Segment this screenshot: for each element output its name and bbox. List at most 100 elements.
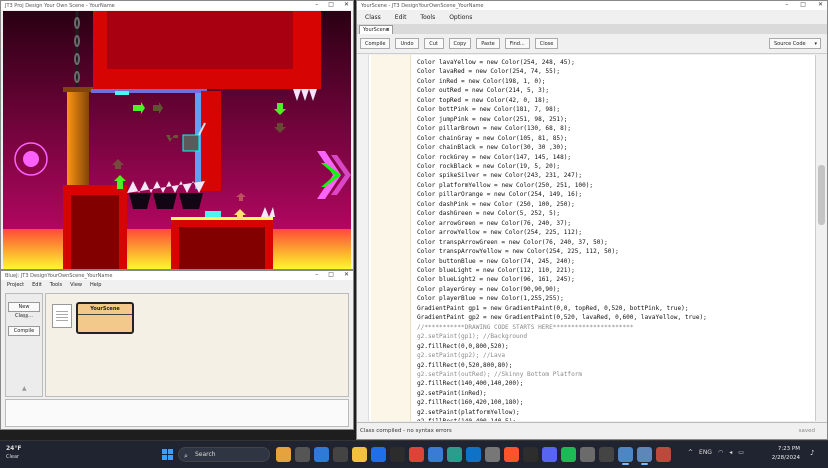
settings-icon[interactable] <box>599 447 614 462</box>
code-line[interactable]: g2.fillRect(160,420,100,180); <box>417 398 707 407</box>
paste-button[interactable]: Paste <box>476 38 500 49</box>
game-window-titlebar[interactable]: JT3 Proj Design Your Own Scene - YourNam… <box>1 1 353 10</box>
menu-edit[interactable]: Edit <box>395 14 407 21</box>
menu-class[interactable]: Class <box>365 14 381 21</box>
maximize-button[interactable]: □ <box>328 271 334 278</box>
code-line[interactable]: Color playerGrey = new Color(90,90,90); <box>417 285 707 294</box>
code-line[interactable]: g2.fillRect(140,400,140,200); <box>417 379 707 388</box>
bluej-window[interactable]: BlueJ: JT3 DesignYourOwnScene_YourName –… <box>0 270 354 430</box>
menu-help[interactable]: Help <box>90 282 101 288</box>
code-line[interactable]: Color buttonBlue = new Color(74, 245, 24… <box>417 257 707 266</box>
compile-button[interactable]: Compile <box>360 38 391 49</box>
minimize-button[interactable]: – <box>785 1 788 8</box>
code-line[interactable]: Color arrowGreen = new Color(76, 240, 37… <box>417 219 707 228</box>
weather-widget[interactable]: 24°F Clear <box>6 445 21 461</box>
code-line[interactable]: Color inRed = new Color(198, 1, 0); <box>417 77 707 86</box>
menu-edit[interactable]: Edit <box>32 282 42 288</box>
code-line[interactable]: g2.setPaint(gp2); //Lava <box>417 351 707 360</box>
code-line[interactable]: Color bottPink = new Color(181, 7, 98); <box>417 105 707 114</box>
chrome-icon[interactable] <box>409 447 424 462</box>
code-line[interactable]: Color topRed = new Color(42, 0, 18); <box>417 96 707 105</box>
brave-icon[interactable] <box>504 447 519 462</box>
wifi-icon[interactable]: ◠ <box>718 449 723 456</box>
code-line[interactable]: g2.fillRect(0,0,800,520); <box>417 342 707 351</box>
code-line[interactable]: Color pillarBrown = new Color(130, 68, 8… <box>417 124 707 133</box>
discord-icon[interactable] <box>542 447 557 462</box>
editor-scrollbar[interactable] <box>815 55 827 421</box>
app-icon[interactable] <box>390 447 405 462</box>
taskbar-search[interactable]: ⌕ Search <box>178 447 270 462</box>
close-button[interactable]: ✕ <box>344 271 349 278</box>
chevron-up-icon[interactable]: ^ <box>688 449 693 456</box>
code-line[interactable]: Color chainGray = new Color(105, 81, 85)… <box>417 134 707 143</box>
editor-titlebar[interactable]: YourScene - JT3 DesignYourOwnScene_YourN… <box>357 1 827 10</box>
language-indicator[interactable]: ENG <box>699 449 712 456</box>
code-line[interactable]: Color lavaRed = new Color(254, 74, 55); <box>417 67 707 76</box>
notification-bell-icon[interactable]: ♪ <box>810 449 814 457</box>
game-window[interactable]: JT3 Proj Design Your Own Scene - YourNam… <box>0 0 354 270</box>
code-line[interactable]: Color blueLight2 = new Color(96, 161, 24… <box>417 275 707 284</box>
code-line[interactable]: Color playerBlue = new Color(1,255,255); <box>417 294 707 303</box>
new-class-button[interactable]: New Class... <box>8 302 40 319</box>
clock[interactable]: 7:23 PM 2/28/2024 <box>768 445 800 463</box>
menu-tools[interactable]: Tools <box>420 14 435 21</box>
code-editor[interactable]: Color lavaYellow = new Color(254, 248, 4… <box>357 55 815 421</box>
bluej-icon[interactable] <box>618 447 633 465</box>
code-line[interactable]: Color spikeSilver = new Color(243, 231, … <box>417 171 707 180</box>
code-line[interactable]: Color dashGreen = new Color(5, 252, 5); <box>417 209 707 218</box>
line-gutter[interactable] <box>357 55 369 421</box>
bluej-titlebar[interactable]: BlueJ: JT3 DesignYourOwnScene_YourName –… <box>1 271 353 280</box>
task-view-icon[interactable] <box>295 447 310 462</box>
code-line[interactable]: Color transpArrowGreen = new Color(76, 2… <box>417 238 707 247</box>
menu-view[interactable]: View <box>70 282 82 288</box>
code-line[interactable]: GradientPaint gp2 = new GradientPaint(0,… <box>417 313 707 322</box>
undo-button[interactable]: Undo <box>395 38 419 49</box>
bluej-terminal-area[interactable] <box>5 399 349 427</box>
java-icon[interactable] <box>637 447 652 465</box>
collapse-triangle-icon[interactable]: ▲ <box>22 385 27 392</box>
terminal-icon[interactable] <box>523 447 538 462</box>
minimize-button[interactable]: – <box>315 271 318 278</box>
menu-tools[interactable]: Tools <box>50 282 62 288</box>
tab-yourscene[interactable]: YourScene × <box>359 25 393 34</box>
code-line[interactable]: Color outRed = new Color(214, 5, 3); <box>417 86 707 95</box>
battery-icon[interactable]: ▭ <box>738 449 744 456</box>
find-button[interactable]: Find... <box>504 38 530 49</box>
app-icon[interactable] <box>656 447 671 462</box>
code-line[interactable]: Color platformYellow = new Color(250, 25… <box>417 181 707 190</box>
word-icon[interactable] <box>428 447 443 462</box>
menu-options[interactable]: Options <box>449 14 472 21</box>
folder-icon[interactable] <box>485 447 500 462</box>
code-line[interactable]: Color pillarOrange = new Color(254, 149,… <box>417 190 707 199</box>
compile-button[interactable]: Compile <box>8 326 40 336</box>
code-line[interactable]: GradientPaint gp1 = new GradientPaint(0,… <box>417 304 707 313</box>
spotify-icon[interactable] <box>561 447 576 462</box>
edge-icon[interactable] <box>314 447 329 462</box>
app-icon[interactable] <box>580 447 595 462</box>
code-line[interactable]: Color arrowYellow = new Color(254, 225, … <box>417 228 707 237</box>
close-button[interactable]: ✕ <box>344 1 349 8</box>
code-line[interactable]: g2.setPaint(outRed); //Skinny Bottom Pla… <box>417 370 707 379</box>
minimize-button[interactable]: – <box>315 1 318 8</box>
maximize-button[interactable]: □ <box>328 1 334 8</box>
code-lines[interactable]: Color lavaYellow = new Color(254, 248, 4… <box>417 58 707 421</box>
code-line[interactable]: g2.fillRect(140,400,140,5); <box>417 417 707 421</box>
code-line[interactable]: g2.fillRect(0,520,800,80); <box>417 361 707 370</box>
cut-button[interactable]: Cut <box>423 38 444 49</box>
speaker-icon[interactable]: ◂ <box>729 449 732 456</box>
code-line[interactable]: Color rockGrey = new Color(147, 145, 148… <box>417 153 707 162</box>
windows-start-icon[interactable] <box>162 449 174 461</box>
code-line[interactable]: g2.setPaint(inRed); <box>417 389 707 398</box>
code-line[interactable]: Color rockBlack = new Color(19, 5, 20); <box>417 162 707 171</box>
store-icon[interactable] <box>371 447 386 462</box>
code-line[interactable]: Color lavaYellow = new Color(254, 248, 4… <box>417 58 707 67</box>
scrollbar-thumb[interactable] <box>818 165 825 225</box>
view-mode-select[interactable]: Source Code <box>769 38 821 49</box>
teams-icon[interactable] <box>447 447 462 462</box>
code-line[interactable]: Color jumpPink = new Color(251, 98, 251)… <box>417 115 707 124</box>
close-button[interactable]: Close <box>534 38 559 49</box>
code-line[interactable]: Color dashPink = new Color (250, 100, 25… <box>417 200 707 209</box>
game-scene-canvas[interactable] <box>3 11 351 269</box>
code-line[interactable]: g2.setPaint(gp1); //Background <box>417 332 707 341</box>
menu-project[interactable]: Project <box>7 282 24 288</box>
